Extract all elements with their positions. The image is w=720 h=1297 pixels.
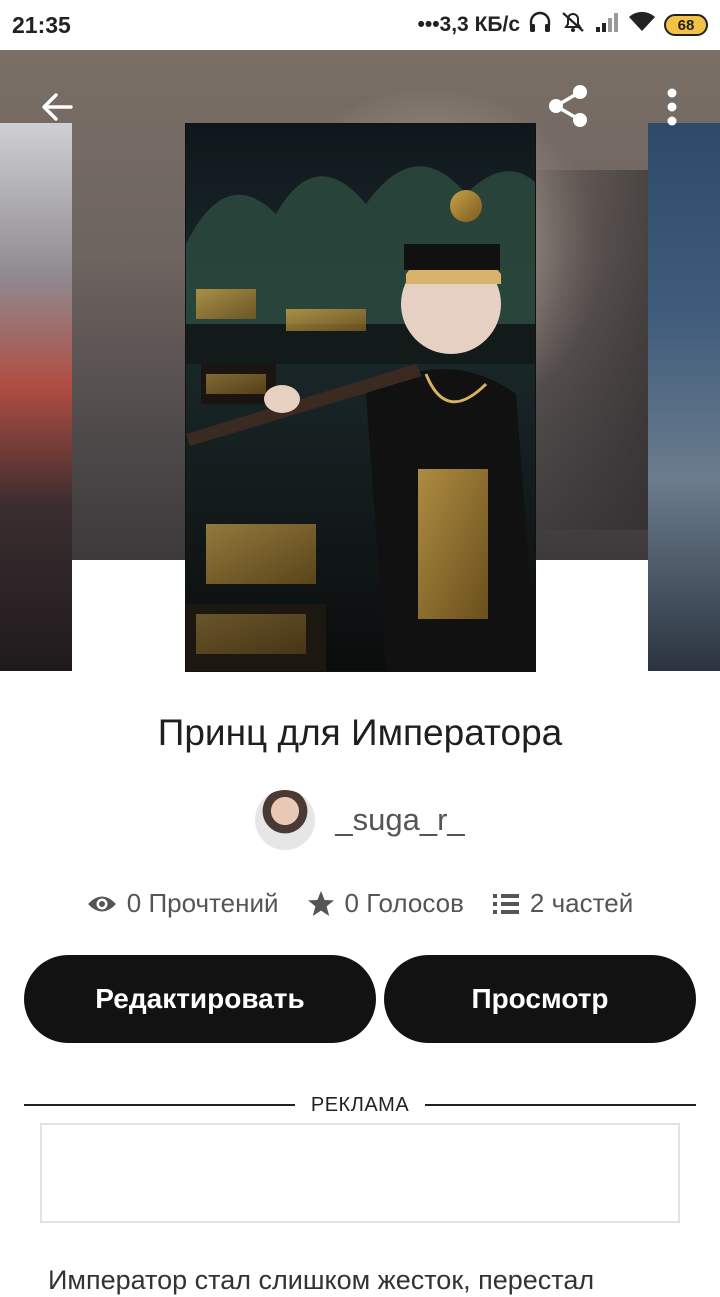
story-title: Принц для Императора xyxy=(157,712,563,753)
reads-count: 0 Прочтений xyxy=(126,888,279,918)
status-indicators: •••3,3 КБ/с 68 xyxy=(417,10,708,40)
book-cover[interactable] xyxy=(185,123,536,672)
avatar xyxy=(255,790,316,850)
view-button[interactable]: Просмотр xyxy=(384,955,696,1043)
author-name: _suga_r_ xyxy=(335,802,465,837)
more-options-button[interactable] xyxy=(656,84,688,130)
wifi-icon xyxy=(628,11,656,39)
cover-artwork xyxy=(186,124,535,671)
edit-button[interactable]: Редактировать xyxy=(24,955,376,1043)
signal-icon xyxy=(594,11,620,39)
share-icon xyxy=(549,85,587,127)
next-cover[interactable] xyxy=(648,123,720,671)
ad-label: РЕКЛАМА xyxy=(310,1093,410,1116)
network-speed: •••3,3 КБ/с xyxy=(417,13,520,36)
back-button[interactable] xyxy=(34,84,80,130)
battery-level: 68 xyxy=(677,16,695,34)
share-button[interactable] xyxy=(542,80,594,132)
story-description: Император стал слишком жесток, перестал xyxy=(48,1265,595,1295)
parts-count: 2 частей xyxy=(529,888,634,918)
divider-line xyxy=(24,1104,295,1106)
reads-stat: 0 Прочтений xyxy=(87,888,279,919)
previous-cover[interactable] xyxy=(0,123,72,671)
status-bar: 21:35 •••3,3 КБ/с 68 xyxy=(0,0,720,50)
ad-divider: РЕКЛАМА xyxy=(24,1092,697,1118)
votes-count: 0 Голосов xyxy=(344,888,464,918)
status-time: 21:35 xyxy=(12,11,71,38)
battery-icon: 68 xyxy=(664,14,708,36)
eye-icon xyxy=(87,896,116,911)
headphones-icon xyxy=(528,11,552,39)
list-icon xyxy=(492,893,519,914)
divider-line xyxy=(425,1104,697,1106)
more-vertical-icon xyxy=(667,88,677,126)
votes-stat: 0 Голосов xyxy=(307,888,464,919)
parts-stat: 2 частей xyxy=(492,888,633,919)
ad-slot[interactable] xyxy=(40,1123,680,1223)
story-stats: 0 Прочтений 0 Голосов 2 частей xyxy=(0,888,720,919)
author-link[interactable]: _suga_r_ xyxy=(0,790,720,850)
mute-icon xyxy=(560,10,586,40)
arrow-left-icon xyxy=(42,93,73,121)
star-icon xyxy=(307,890,334,916)
